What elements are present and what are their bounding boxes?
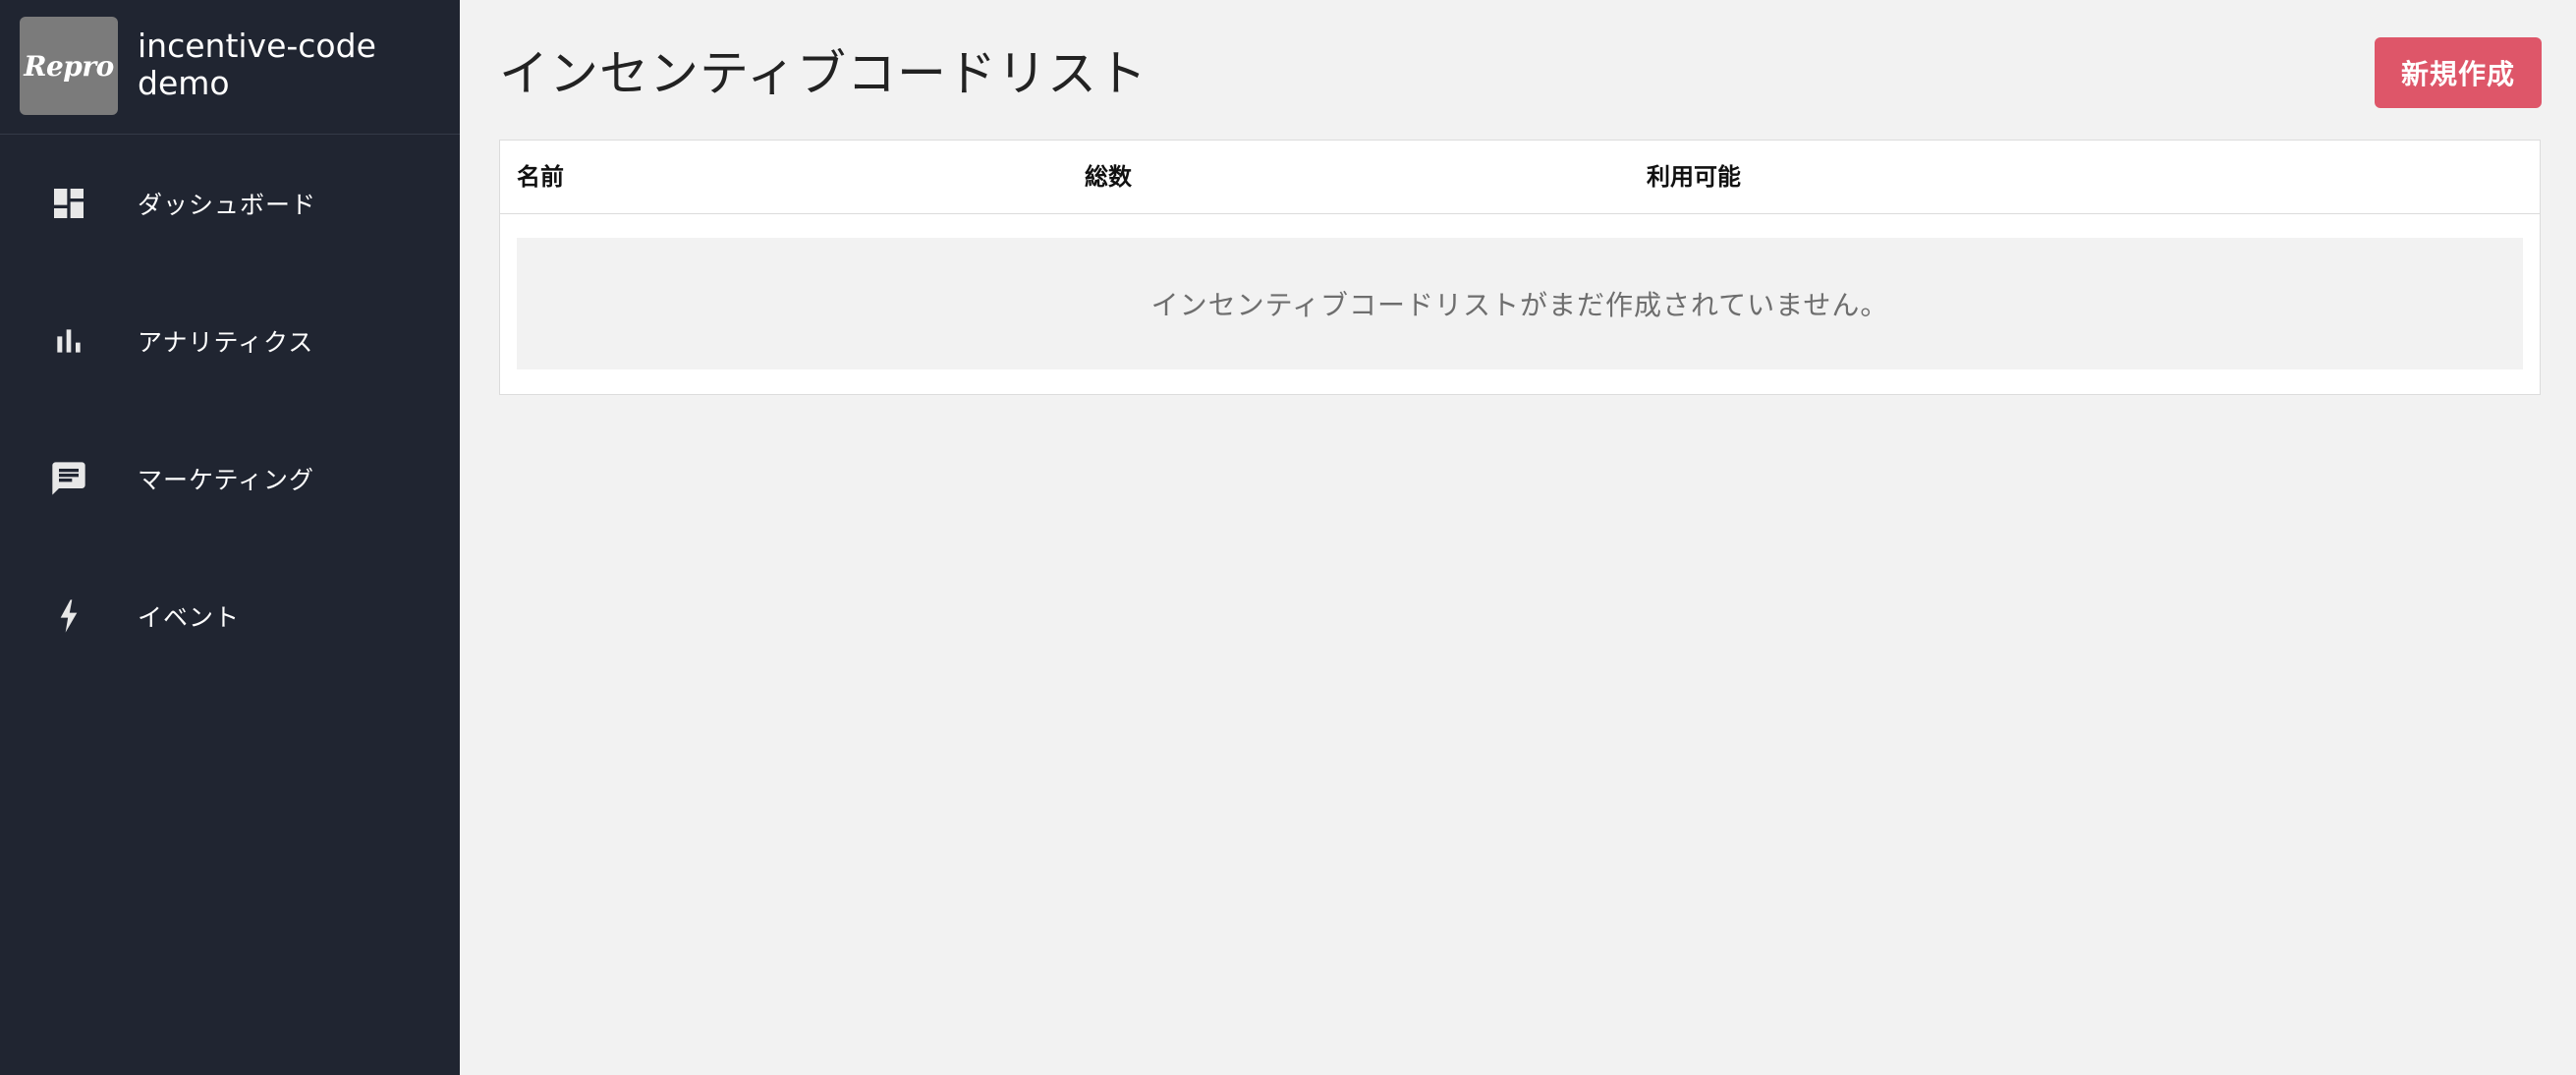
- sidebar-item-events[interactable]: イベント: [0, 547, 460, 685]
- sidebar-item-label: ダッシュボード: [138, 191, 317, 219]
- sidebar-item-analytics[interactable]: アナリティクス: [0, 272, 460, 410]
- main-content: インセンティブコードリスト 新規作成 名前 総数 利用可能 インセンティブコード…: [460, 0, 2576, 1075]
- empty-state: インセンティブコードリストがまだ作成されていません。: [517, 238, 2523, 369]
- sidebar-item-label: アナリティクス: [138, 328, 314, 357]
- sidebar-item-label: イベント: [138, 603, 241, 632]
- page-title: インセンティブコードリスト: [499, 45, 1148, 102]
- brand-header: Repro incentive-code demo: [0, 0, 460, 135]
- lightning-bolt-icon: [49, 596, 88, 636]
- message-icon: [49, 459, 88, 498]
- dashboard-icon: [49, 184, 88, 223]
- column-header-available: 利用可能: [1647, 163, 1741, 191]
- project-name[interactable]: incentive-code demo: [138, 28, 452, 102]
- column-header-name: 名前: [517, 163, 564, 191]
- sidebar-item-marketing[interactable]: マーケティング: [0, 410, 460, 547]
- sidebar-item-label: マーケティング: [138, 466, 315, 494]
- create-new-button[interactable]: 新規作成: [2375, 37, 2542, 108]
- logo-text: Repro: [24, 49, 114, 83]
- sidebar-item-dashboard[interactable]: ダッシュボード: [0, 135, 460, 272]
- sidebar: Repro incentive-code demo ダッシュボード アナリティク…: [0, 0, 460, 1075]
- repro-logo[interactable]: Repro: [20, 17, 118, 115]
- incentive-code-table: 名前 総数 利用可能 インセンティブコードリストがまだ作成されていません。: [499, 140, 2541, 395]
- table-header: 名前 総数 利用可能: [500, 141, 2540, 214]
- empty-state-message: インセンティブコードリストがまだ作成されていません。: [1150, 289, 1889, 321]
- sidebar-nav: ダッシュボード アナリティクス マーケティング イベント: [0, 135, 460, 685]
- column-header-total: 総数: [1085, 163, 1132, 191]
- bar-chart-icon: [49, 321, 88, 361]
